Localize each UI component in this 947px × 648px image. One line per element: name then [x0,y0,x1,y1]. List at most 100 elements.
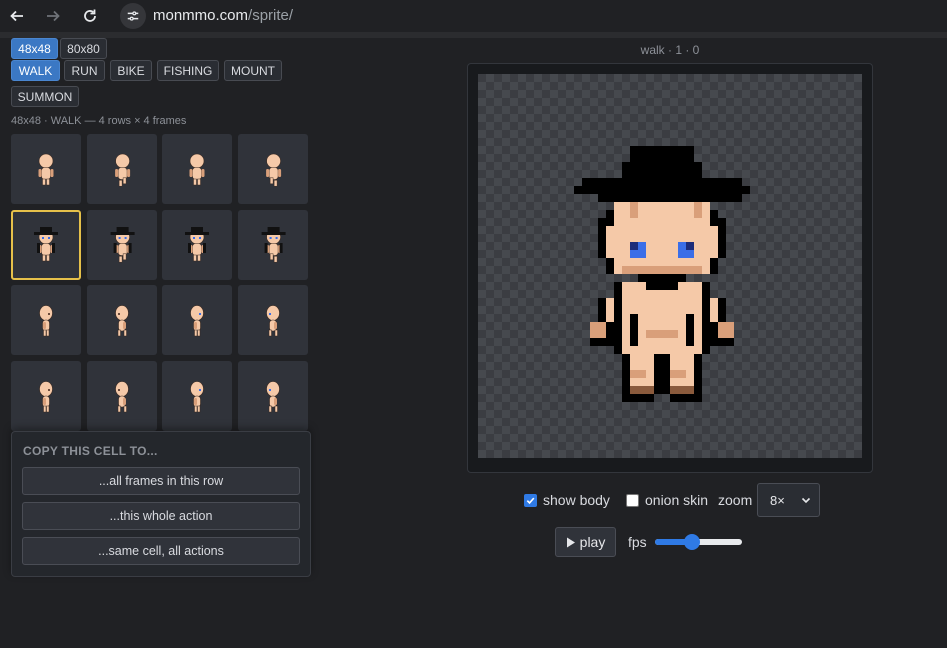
reload-button[interactable] [77,3,103,29]
ear-outline [598,218,606,258]
frame-thumbnail [114,305,129,337]
frame-cell-r3-c1[interactable] [86,360,157,431]
fps-slider-thumb[interactable] [684,534,701,550]
frame-cell-r0-c3[interactable] [237,134,308,204]
size-tab-48x48[interactable]: 48x48 [11,38,58,59]
fps-slider[interactable] [655,534,742,550]
copy-panel-title: COPY THIS CELL TO... [23,444,158,458]
url-domain: monmmo.com [153,7,249,24]
action-tab-fishing[interactable]: FISHING [157,60,219,81]
frame-cell-r1-c2[interactable] [162,209,232,280]
frame-cell-r2-c0[interactable] [11,285,81,355]
zoom-select[interactable]: 8× [757,483,820,517]
hand-left [590,322,606,338]
copy-to-action-button[interactable]: ...this whole action [22,502,300,530]
play-icon [566,537,575,547]
frame-thumbnail [265,380,280,412]
cheek-shade [622,266,702,274]
ear [606,226,614,258]
frame-thumbnail [190,305,204,337]
url-path: /sprite/ [248,7,294,24]
frame-thumbnail [190,380,204,412]
frame-thumbnail [39,305,53,337]
address-bar[interactable]: monmmo.com/sprite/ [153,7,293,24]
frame-cell-r3-c0[interactable] [11,360,81,431]
copy-cell-panel: COPY THIS CELL TO... ...all frames in th… [11,431,311,577]
foot-outline [670,394,702,402]
frame-thumbnail [38,153,54,186]
arrow-left-icon [10,10,23,22]
hat-brim [582,178,742,186]
onion-skin-checkbox[interactable] [626,493,639,507]
frame-thumbnail [265,153,281,187]
hat-brim [598,194,742,202]
leg-outline [654,362,670,394]
frame-cell-r3-c3[interactable] [237,360,308,431]
show-body-label: show body [543,492,610,508]
arm-right [710,298,718,322]
onion-skin-toggle[interactable]: onion skin [626,488,708,512]
sprite-canvas[interactable] [467,63,873,473]
back-button[interactable] [4,3,30,29]
action-tab-bike[interactable]: BIKE [110,60,152,81]
arm-left [606,298,614,322]
hand-outline [710,338,734,346]
shoulder [678,282,702,290]
torso-outline [614,282,622,354]
tune-icon [127,11,139,21]
torso-outline [702,282,710,354]
frame-thumbnail [39,380,53,412]
chevron-down-icon [801,497,811,504]
show-body-checkbox[interactable] [524,493,537,507]
action-tab-mount[interactable]: MOUNT [224,60,282,81]
head-shade [630,202,638,218]
action-tab-walk[interactable]: WALK [11,60,60,81]
transparency-grid[interactable] [478,74,862,458]
size-tab-80x80[interactable]: 80x80 [60,38,107,59]
head-shade [694,202,702,218]
frame-thumbnail [34,226,58,261]
copy-to-all-actions-button[interactable]: ...same cell, all actions [22,537,300,565]
frame-cell-r0-c1[interactable] [86,134,157,204]
checkmark-icon [526,497,535,504]
frame-thumbnail [265,305,280,337]
forward-button[interactable] [40,3,66,29]
foot-right [670,386,694,394]
frame-cell-r0-c0[interactable] [11,134,81,204]
frame-thumbnail [261,226,286,262]
play-button[interactable]: play [555,527,616,557]
hand-right [718,322,734,338]
frame-cell-r1-c3[interactable] [237,209,308,280]
frame-cell-r3-c2[interactable] [162,360,232,431]
frame-cell-r2-c2[interactable] [162,285,232,355]
show-body-toggle[interactable]: show body [524,488,610,512]
eye-right [686,242,694,250]
site-info-button[interactable] [120,3,146,29]
torso-outline [630,314,638,346]
collar [638,274,686,282]
action-tab-summon[interactable]: SUMMON [11,86,79,107]
frame-thumbnail [185,226,209,261]
onion-skin-label: onion skin [645,492,709,508]
hat-crown [630,146,694,162]
foot-outline [622,394,654,402]
reload-icon [84,9,96,22]
frame-cell-r2-c1[interactable] [86,285,157,355]
frame-cell-r0-c2[interactable] [162,134,232,204]
ear-outline [718,218,726,258]
action-tab-run[interactable]: RUN [64,60,105,81]
play-label: play [579,534,606,550]
canvas-title: walk · 1 · 0 [640,43,700,57]
browser-toolbar: monmmo.com/sprite/ [0,0,947,32]
frame-cell-r2-c3[interactable] [237,285,308,355]
copy-to-row-button[interactable]: ...all frames in this row [22,467,300,495]
leg-shade [630,370,646,378]
foot-left [630,386,654,394]
frame-cell-r1-c1[interactable] [86,209,157,280]
zoom-value: 8× [770,492,785,508]
frame-cell-r1-c0[interactable] [11,209,81,280]
shoulder [622,282,646,290]
hand-outline [590,338,614,346]
eye-left [630,242,638,250]
toolbar-divider [0,32,947,38]
